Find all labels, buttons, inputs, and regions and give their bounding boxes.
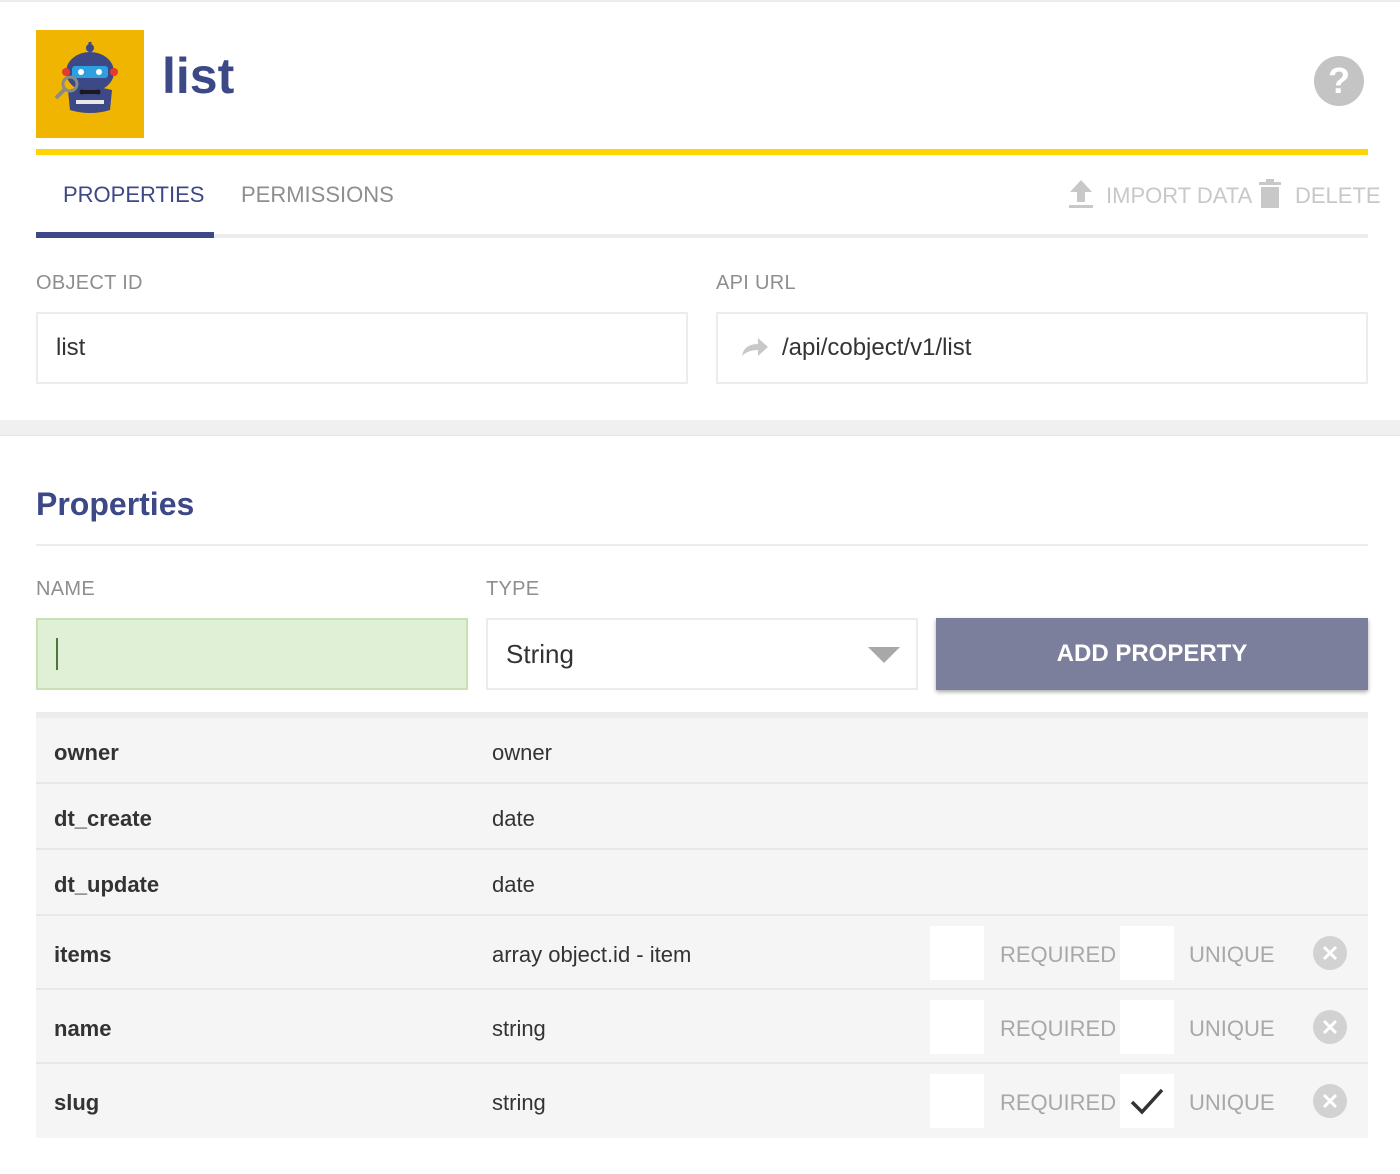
table-row: name string REQUIRED UNIQUE <box>36 990 1368 1064</box>
table-row: owner owner <box>36 718 1368 784</box>
delete-label: DELETE <box>1295 183 1381 208</box>
table-row: dt_create date <box>36 784 1368 850</box>
section-separator <box>0 420 1400 436</box>
required-label: REQUIRED <box>1000 1016 1117 1041</box>
property-type: owner <box>492 740 552 765</box>
property-type: string <box>492 1090 546 1115</box>
property-name-input[interactable] <box>36 618 468 690</box>
unique-label: UNIQUE <box>1189 1016 1275 1041</box>
unique-checkbox[interactable] <box>1120 1000 1174 1054</box>
api-url-field[interactable]: /api/cobject/v1/list <box>716 312 1368 384</box>
robot-mascot-icon <box>36 30 144 138</box>
required-checkbox[interactable] <box>930 1000 984 1054</box>
property-name: dt_update <box>54 872 160 897</box>
delete-button[interactable]: DELETE <box>1257 176 1381 216</box>
unique-checkbox[interactable] <box>1120 926 1174 980</box>
accent-divider <box>36 149 1368 155</box>
property-type: date <box>492 806 535 831</box>
property-name: items <box>54 942 112 967</box>
page-title: list <box>162 48 235 104</box>
question-mark-glyph: ? <box>1328 60 1350 101</box>
checkmark-icon <box>1130 1088 1164 1115</box>
properties-section-title: Properties <box>36 486 195 522</box>
property-type: date <box>492 872 535 897</box>
import-data-label: IMPORT DATA <box>1106 183 1253 208</box>
remove-property-icon[interactable] <box>1313 1084 1347 1118</box>
property-type-select[interactable]: String <box>486 618 918 690</box>
object-id-label: OBJECT ID <box>36 272 143 294</box>
object-header-panel: list ? PROPERTIES PERMISSIONS IMPORT DAT… <box>0 0 1400 420</box>
table-row: dt_update date <box>36 850 1368 916</box>
unique-label: UNIQUE <box>1189 1090 1275 1115</box>
remove-property-icon[interactable] <box>1313 936 1347 970</box>
api-url-value: /api/cobject/v1/list <box>782 334 972 361</box>
property-type: array object.id - item <box>492 942 692 967</box>
type-label: TYPE <box>486 578 540 600</box>
add-property-button[interactable]: ADD PROPERTY <box>936 618 1368 690</box>
remove-property-icon[interactable] <box>1313 1010 1347 1044</box>
trash-icon <box>1259 179 1281 208</box>
table-row: slug string REQUIRED UNIQUE <box>36 1064 1368 1138</box>
import-data-button[interactable]: IMPORT DATA <box>1068 176 1252 216</box>
help-circle-icon[interactable]: ? <box>1314 56 1364 106</box>
required-checkbox[interactable] <box>930 926 984 980</box>
table-row: items array object.id - item REQUIRED UN… <box>36 916 1368 990</box>
property-type-value: String <box>506 639 574 669</box>
active-tab-indicator <box>36 232 214 238</box>
api-url-label: API URL <box>716 272 796 294</box>
unique-checkbox-checked[interactable] <box>1120 1074 1174 1128</box>
property-type: string <box>492 1016 546 1041</box>
unique-label: UNIQUE <box>1189 942 1275 967</box>
chevron-down-icon <box>868 647 900 663</box>
upload-icon <box>1069 180 1093 208</box>
required-label: REQUIRED <box>1000 1090 1117 1115</box>
object-id-field[interactable]: list <box>36 312 688 384</box>
share-arrow-icon <box>742 338 768 356</box>
section-divider <box>36 544 1368 546</box>
required-label: REQUIRED <box>1000 942 1117 967</box>
tab-properties[interactable]: PROPERTIES <box>63 178 204 238</box>
text-caret <box>56 638 58 670</box>
property-name: dt_create <box>54 806 152 831</box>
object-id-value: list <box>56 334 86 361</box>
tabs-track <box>36 234 1368 238</box>
required-checkbox[interactable] <box>930 1074 984 1128</box>
properties-table: owner owner dt_create date dt_update dat… <box>36 712 1368 1138</box>
property-name: name <box>54 1016 112 1041</box>
name-label: NAME <box>36 578 95 600</box>
property-name: slug <box>54 1090 100 1115</box>
tab-permissions[interactable]: PERMISSIONS <box>241 178 394 238</box>
property-name: owner <box>54 740 119 765</box>
